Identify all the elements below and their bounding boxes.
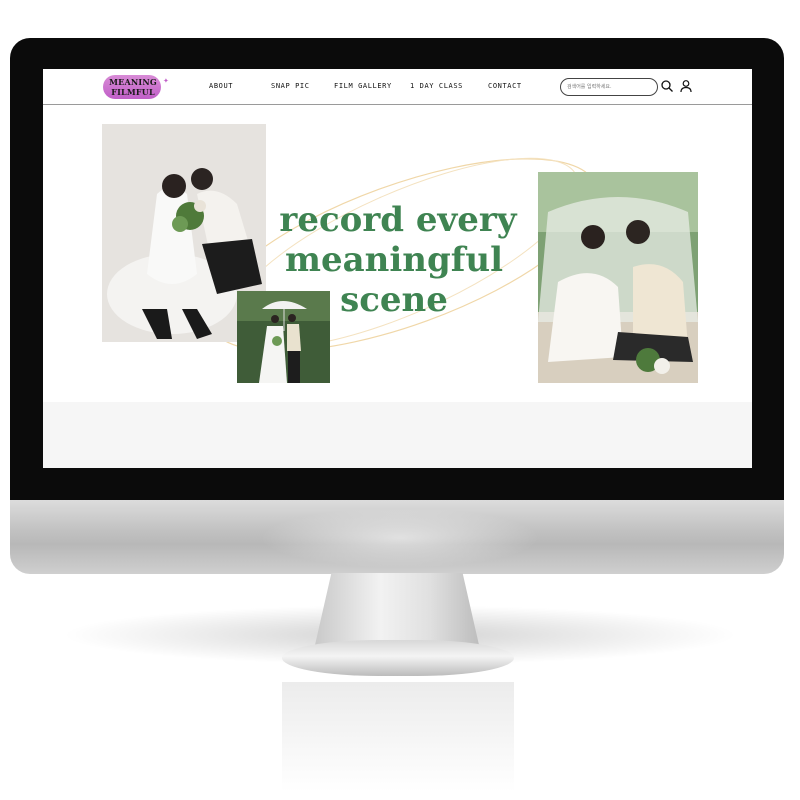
nav-item-1-day-class[interactable]: 1 DAY CLASS [410, 82, 463, 90]
monitor-stand [315, 573, 479, 645]
logo-text-line1: MEANING [109, 77, 157, 87]
top-navigation: MEANING FILMFUL ✦ ABOUT SNAP PIC FILM GA… [43, 69, 752, 105]
monitor-base [282, 640, 514, 676]
nav-item-about[interactable]: ABOUT [209, 82, 233, 90]
user-icon[interactable] [679, 79, 693, 93]
hero-headline: record every meaningful scene [248, 200, 548, 320]
hero-headline-line2: meaningful scene [284, 240, 504, 320]
site-logo[interactable]: MEANING FILMFUL ✦ [103, 74, 169, 100]
search-box [560, 78, 658, 96]
hero-headline-line1: record every [279, 200, 517, 240]
nav-item-snap-pic[interactable]: SNAP PIC [271, 82, 310, 90]
couple-photo-veil [538, 172, 698, 383]
hero-section: record every meaningful scene [43, 105, 752, 400]
nav-item-film-gallery[interactable]: FILM GALLERY [334, 82, 392, 90]
content-section [43, 402, 752, 468]
logo-text-line2: FILMFUL [111, 87, 155, 97]
chin-highlight [260, 508, 540, 568]
search-icon[interactable] [660, 79, 674, 93]
nav-item-contact[interactable]: CONTACT [488, 82, 522, 90]
sparkle-icon: ✦ [163, 78, 169, 85]
website-screen: MEANING FILMFUL ✦ ABOUT SNAP PIC FILM GA… [43, 69, 752, 468]
search-input[interactable] [567, 81, 651, 92]
stand-reflection [282, 682, 514, 792]
